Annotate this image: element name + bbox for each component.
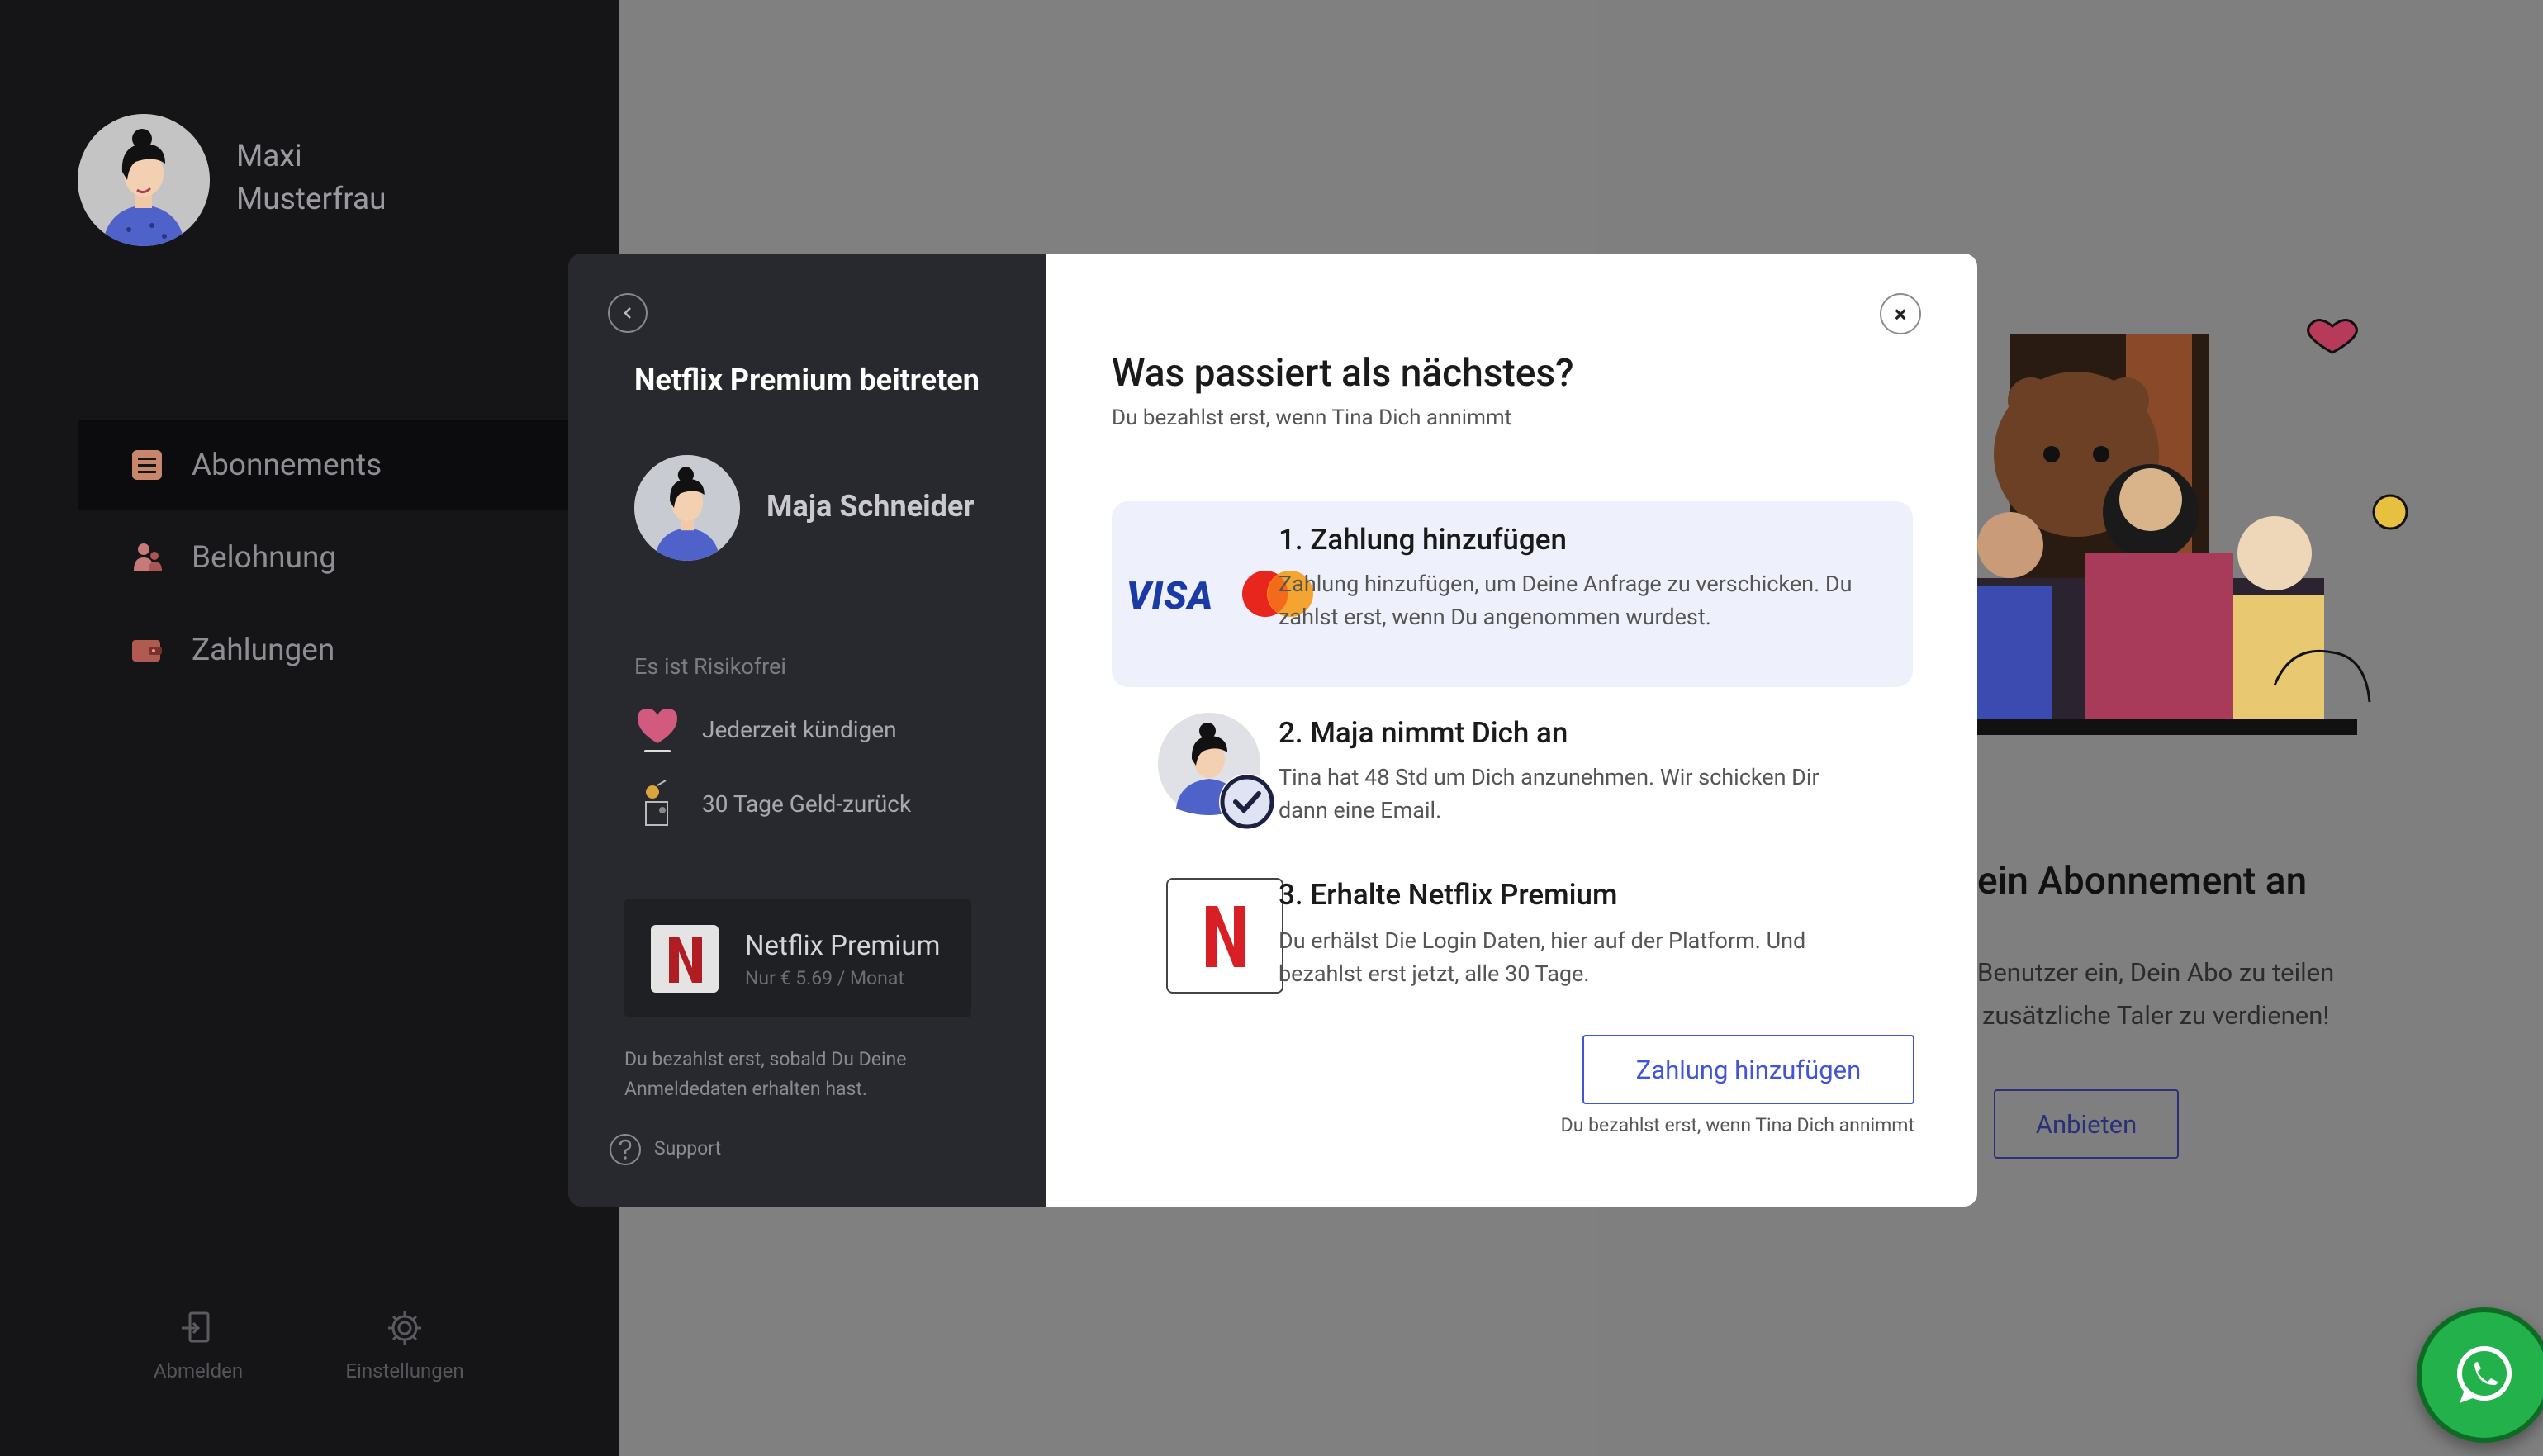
- step-3-title: 3. Erhalte Netflix Premium: [1279, 878, 1618, 912]
- avatar[interactable]: [78, 114, 210, 246]
- host-avatar: [634, 455, 740, 561]
- money-back-icon: [645, 780, 668, 826]
- bg-heading: ein Abonnement an: [1977, 859, 2308, 903]
- sidebar-item-label: Belohnung: [192, 539, 337, 576]
- modal-title: Netflix Premium beitreten: [634, 363, 980, 397]
- feature-cancel-anytime: Jederzeit kündigen: [702, 716, 897, 743]
- plan-price: Nur € 5.69 / Monat: [745, 967, 904, 989]
- plan-name: Netflix Premium: [745, 930, 941, 962]
- host-accept-icon: [1158, 713, 1275, 830]
- risk-heading: Es ist Risikofrei: [634, 653, 786, 680]
- payment-button-note: Du bezahlst erst, wenn Tina Dich annimmt: [1560, 1114, 1914, 1136]
- help-icon[interactable]: [608, 1132, 643, 1167]
- heart-icon: [638, 709, 677, 752]
- list-icon: [132, 450, 162, 480]
- steps-subtitle: Du bezahlst erst, wenn Tina Dich annimmt: [1112, 405, 1512, 430]
- chevron-left-icon: [624, 307, 631, 319]
- bg-text-line1: Benutzer ein, Dein Abo zu teilen: [1977, 957, 2335, 988]
- logout-icon: [182, 1311, 210, 1343]
- users-icon: [134, 543, 162, 571]
- offer-button[interactable]: Anbieten: [1994, 1089, 2179, 1159]
- bg-text-line2: zusätzliche Taler zu verdienen!: [1982, 1000, 2330, 1031]
- sidebar-item-label: Abonnements: [192, 447, 382, 483]
- modal-left-panel: Netflix Premium beitreten Maja Schneider…: [568, 254, 1046, 1207]
- back-button[interactable]: [608, 293, 648, 333]
- sidebar-item-belohnung[interactable]: Belohnung: [78, 512, 619, 603]
- user-first-name: Maxi: [236, 139, 302, 174]
- logout-label: Abmelden: [153, 1359, 244, 1382]
- visa-logo: VISA: [1127, 574, 1214, 619]
- step-1-title: 1. Zahlung hinzufügen: [1279, 523, 1567, 557]
- group-illustration: [1977, 319, 2408, 735]
- whatsapp-icon: [2457, 1346, 2512, 1403]
- steps-title: Was passiert als nächstes?: [1112, 351, 1574, 396]
- netflix-icon: [651, 925, 719, 993]
- step-2-text: Tina hat 48 Std um Dich anzunehmen. Wir …: [1279, 764, 1819, 823]
- sidebar: Maxi Musterfrau Abonnements Belohnung Za…: [0, 0, 619, 1456]
- whatsapp-chat-button[interactable]: [2417, 1307, 2543, 1443]
- netflix-logo-box: [1166, 878, 1283, 994]
- payment-note: Du bezahlst erst, sobald Du Deine Anmeld…: [624, 1048, 907, 1100]
- sidebar-item-label: Zahlungen: [192, 632, 335, 668]
- join-modal: Netflix Premium beitreten Maja Schneider…: [568, 254, 1977, 1207]
- settings-button[interactable]: Einstellungen: [339, 1308, 471, 1382]
- sidebar-item-abonnements[interactable]: Abonnements: [78, 420, 619, 510]
- sidebar-item-zahlungen[interactable]: Zahlungen: [78, 605, 619, 695]
- wallet-icon: [132, 640, 162, 662]
- step-2-title: 2. Maja nimmt Dich an: [1279, 716, 1568, 750]
- feature-money-back: 30 Tage Geld-zurück: [702, 790, 912, 818]
- support-link[interactable]: Support: [654, 1137, 721, 1160]
- step-3-text: Du erhälst Die Login Daten, hier auf der…: [1279, 927, 1806, 987]
- host-name: Maja Schneider: [766, 489, 975, 524]
- close-button[interactable]: ×: [1880, 293, 1921, 334]
- netflix-icon: [1206, 906, 1245, 967]
- user-last-name: Musterfrau: [236, 182, 387, 217]
- logout-button[interactable]: Abmelden: [149, 1308, 248, 1382]
- settings-label: Einstellungen: [345, 1359, 464, 1382]
- gear-icon: [388, 1311, 421, 1345]
- step-1-text: Zahlung hinzufügen, um Deine Anfrage zu …: [1279, 571, 1853, 630]
- add-payment-button[interactable]: Zahlung hinzufügen: [1582, 1035, 1914, 1104]
- modal-right-panel: × Was passiert als nächstes? Du bezahlst…: [1046, 254, 1977, 1207]
